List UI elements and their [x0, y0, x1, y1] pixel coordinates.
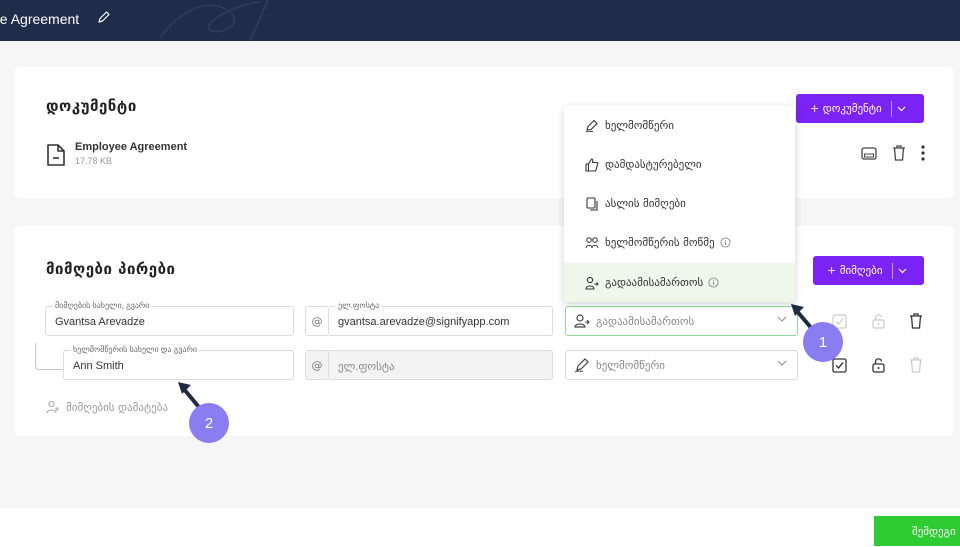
forward-user-icon — [574, 314, 590, 328]
document-name[interactable]: Employee Agreement — [75, 141, 187, 153]
signer-email-placeholder: ელ.ფოსტა — [338, 361, 395, 373]
recipient-email-value: gvantsa.arevadze@signifyapp.com — [338, 316, 510, 328]
email-label: ელ.ფოსტა — [336, 300, 382, 311]
chevron-down-icon[interactable] — [893, 268, 913, 274]
signer-name-field[interactable]: ხელმომწერის სახელი და გვარი Ann Smith — [63, 344, 294, 380]
role-option-label: ხელმომწერი — [605, 119, 674, 132]
signer-connector-line — [35, 343, 63, 370]
recipient-email-field[interactable]: ელ.ფოსტა gvantsa.arevadze@signifyapp.com — [329, 300, 553, 336]
forward-user-icon — [585, 276, 599, 290]
add-recipient-type-button[interactable]: + მიმღები — [813, 256, 924, 285]
trash-icon[interactable] — [908, 312, 924, 330]
trash-icon[interactable] — [890, 144, 908, 162]
add-user-icon — [46, 400, 59, 414]
decorative-swirl — [159, 0, 269, 41]
add-recipient-link[interactable]: მიმღების დამატება — [46, 400, 168, 414]
role-option-forward[interactable]: გადაამისამართოს — [564, 263, 795, 302]
signer-role-value: ხელმომწერი — [596, 358, 665, 372]
recipient-name-value: Gvantsa Arevadze — [55, 316, 145, 328]
role-option-label: ხელმომწერის მოწმე — [605, 236, 715, 249]
signer-role-select[interactable]: ხელმომწერი — [565, 350, 798, 380]
signer-name-value: Ann Smith — [73, 360, 124, 372]
annotation-badge-2: 2 — [189, 403, 229, 443]
footer-bar — [0, 508, 960, 547]
pen-icon — [574, 358, 589, 373]
role-option-label: დამდასტურებელი — [605, 158, 702, 171]
role-option-label: ასლის მიმღები — [605, 197, 686, 210]
add-recipient-type-label: + მიმღები — [827, 264, 883, 277]
role-select[interactable]: გადაამისამართოს — [565, 306, 798, 336]
edit-title-icon[interactable] — [96, 9, 110, 25]
trash-icon[interactable] — [908, 356, 924, 374]
top-bar: ee Agreement — [0, 0, 960, 41]
info-icon[interactable] — [720, 237, 731, 248]
role-option-approver[interactable]: დამდასტურებელი — [564, 145, 795, 184]
more-options-icon[interactable] — [918, 144, 928, 162]
recipient-name-label: მიმღების სახელი, გვარი — [53, 300, 152, 311]
documents-card — [14, 67, 954, 198]
copy-icon — [586, 196, 598, 211]
checkbox-checked-icon[interactable] — [831, 357, 847, 373]
role-select-value: გადაამისამართოს — [596, 314, 695, 328]
recipient-name-field[interactable]: მიმღების სახელი, გვარი Gvantsa Arevadze — [45, 300, 294, 336]
pen-icon — [585, 119, 598, 132]
documents-section-title: დოკუმენტი — [46, 97, 137, 115]
thumbs-up-icon — [585, 157, 599, 172]
role-option-signer[interactable]: ხელმომწერი — [564, 106, 795, 145]
signer-name-label: ხელმომწერის სახელი და გვარი — [71, 344, 200, 355]
add-document-button[interactable]: + დოკუმენტი — [796, 94, 924, 123]
recipients-section-title: მიმღები პირები — [46, 260, 176, 278]
file-icon — [47, 144, 65, 166]
chevron-down-icon[interactable] — [892, 106, 912, 112]
info-icon[interactable] — [708, 277, 719, 288]
preview-icon[interactable] — [860, 145, 878, 161]
chevron-down-icon — [777, 360, 787, 366]
add-document-label: + დოკუმენტი — [810, 102, 882, 115]
unlock-icon[interactable] — [870, 312, 886, 330]
signer-email-field[interactable]: ელ.ფოსტა — [329, 350, 553, 380]
at-symbol: @ — [305, 306, 329, 336]
add-recipient-label: მიმღების დამატება — [66, 400, 169, 414]
unlock-icon[interactable] — [870, 356, 886, 374]
role-option-witness[interactable]: ხელმომწერის მოწმე — [564, 223, 795, 262]
document-title: ee Agreement — [0, 11, 80, 27]
at-symbol: @ — [305, 350, 329, 380]
document-size: 17.78 KB — [75, 156, 113, 166]
next-button[interactable]: შემდეგი — [874, 516, 960, 546]
role-dropdown-menu: ხელმომწერი დამდასტურებელი ასლის მიმღები … — [564, 106, 795, 302]
annotation-badge-1: 1 — [803, 322, 843, 362]
role-option-copy-receiver[interactable]: ასლის მიმღები — [564, 184, 795, 223]
role-option-label: გადაამისამართოს — [605, 276, 704, 289]
chevron-down-icon — [777, 316, 787, 322]
witness-icon — [585, 236, 599, 248]
